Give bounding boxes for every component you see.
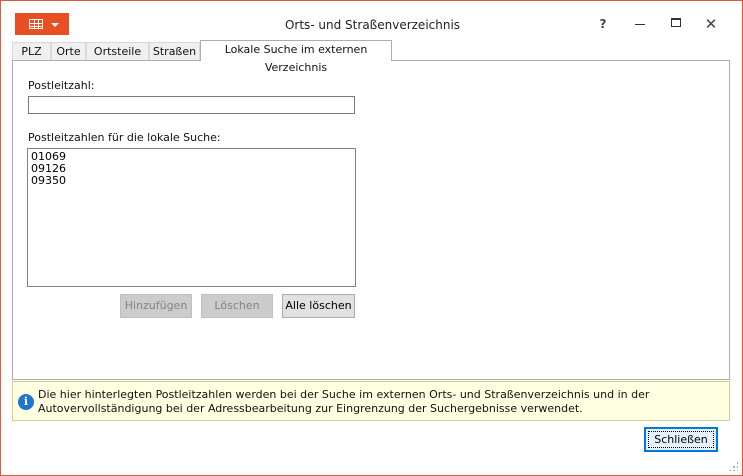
plz-label: Postleitzahl: <box>28 79 95 92</box>
list-item[interactable]: 01069 <box>31 151 352 163</box>
info-text: Die hier hinterlegten Postleitzahlen wer… <box>38 388 650 415</box>
maximize-icon <box>671 18 681 27</box>
list-item[interactable]: 09126 <box>31 163 352 175</box>
plz-input[interactable] <box>28 96 355 114</box>
help-button[interactable]: ? <box>593 14 613 34</box>
tab-ortsteile[interactable]: Ortsteile <box>86 42 149 60</box>
close-window-button[interactable]: ✕ <box>701 14 721 34</box>
tab-lokale-suche[interactable]: Lokale Suche im externen Verzeichnis <box>200 40 392 74</box>
delete-all-button[interactable]: Alle löschen <box>282 294 355 318</box>
tab-orte[interactable]: Orte <box>51 42 86 60</box>
tab-strip: PLZ Orte Ortsteile Straßen Lokale Suche … <box>12 40 732 74</box>
tab-strassen[interactable]: Straßen <box>149 42 200 60</box>
focus-indicator <box>648 431 714 448</box>
dialog-window: Orts- und Straßenverzeichnis ? ✕ PLZ Ort… <box>0 0 743 476</box>
tab-plz[interactable]: PLZ <box>12 42 51 60</box>
minimize-icon <box>635 24 645 25</box>
add-button[interactable]: Hinzufügen <box>120 294 192 318</box>
minimize-button[interactable] <box>631 14 651 34</box>
delete-button[interactable]: Löschen <box>201 294 273 318</box>
close-button[interactable]: Schließen <box>644 427 718 452</box>
maximize-button[interactable] <box>667 14 687 34</box>
resize-grip-icon[interactable] <box>728 461 738 471</box>
plz-list-label: Postleitzahlen für die lokale Suche: <box>28 131 221 144</box>
info-bar: i Die hier hinterlegten Postleitzahlen w… <box>12 381 730 421</box>
plz-listbox[interactable]: 01069 09126 09350 <box>27 148 356 287</box>
info-icon: i <box>18 394 34 410</box>
list-item[interactable]: 09350 <box>31 175 352 187</box>
